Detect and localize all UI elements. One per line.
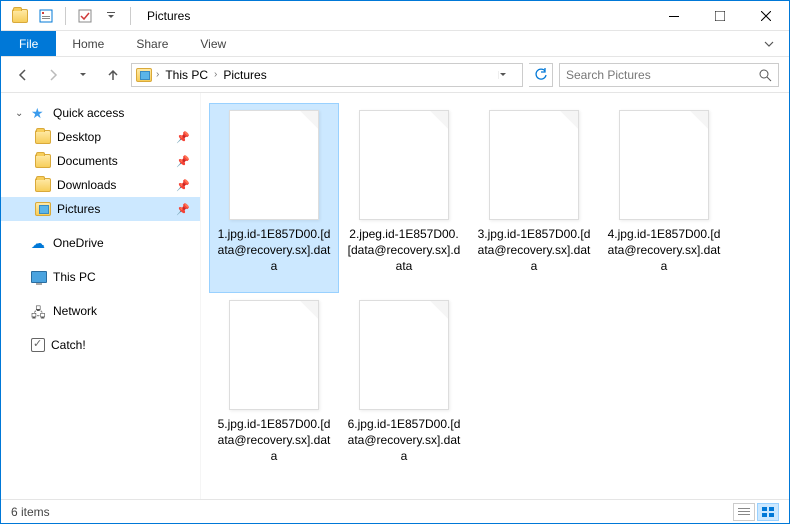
expand-icon[interactable]: ⌄ [15, 108, 25, 119]
sidebar-item-this-pc[interactable]: ›This PC [1, 265, 200, 289]
title-bar: Pictures [1, 1, 789, 31]
thumbnails-view-button[interactable] [757, 503, 779, 521]
checkbox-icon[interactable] [74, 5, 96, 27]
back-button[interactable] [11, 63, 35, 87]
file-name: 3.jpg.id-1E857D00.[data@recovery.sx].dat… [474, 226, 594, 275]
sidebar-item-downloads[interactable]: Downloads 📌 [1, 173, 200, 197]
file-item[interactable]: 2.jpeg.id-1E857D00.[data@recovery.sx].da… [339, 103, 469, 293]
sidebar-item-label: OneDrive [53, 236, 104, 250]
chevron-right-icon[interactable]: › [156, 69, 159, 80]
file-thumbnail [359, 300, 449, 410]
tab-view[interactable]: View [184, 31, 242, 56]
sidebar-item-network[interactable]: ›🖧Network [1, 299, 200, 323]
network-icon: 🖧 [31, 304, 47, 318]
pictures-icon [136, 68, 152, 82]
breadcrumb-pictures[interactable]: Pictures [221, 68, 268, 82]
sidebar-quick-access[interactable]: ⌄ ★ Quick access [1, 101, 200, 125]
sidebar-item-catch-[interactable]: ›Catch! [1, 333, 200, 357]
file-thumbnail [489, 110, 579, 220]
file-thumbnail [229, 110, 319, 220]
status-text: 6 items [11, 505, 50, 519]
maximize-button[interactable] [697, 1, 743, 31]
star-icon: ★ [31, 106, 47, 120]
file-name: 1.jpg.id-1E857D00.[data@recovery.sx].dat… [214, 226, 334, 275]
file-item[interactable]: 4.jpg.id-1E857D00.[data@recovery.sx].dat… [599, 103, 729, 293]
sidebar-item-onedrive[interactable]: ›☁OneDrive [1, 231, 200, 255]
pin-icon: 📌 [176, 179, 190, 192]
sidebar-item-label: Documents [57, 154, 118, 168]
catch-icon [31, 338, 45, 352]
pin-icon: 📌 [176, 203, 190, 216]
minimize-button[interactable] [651, 1, 697, 31]
folder-icon [35, 154, 51, 168]
file-thumbnail [619, 110, 709, 220]
address-bar[interactable]: › This PC › Pictures [131, 63, 523, 87]
search-icon[interactable] [758, 68, 772, 82]
file-item[interactable]: 3.jpg.id-1E857D00.[data@recovery.sx].dat… [469, 103, 599, 293]
refresh-button[interactable] [529, 63, 553, 87]
file-tab[interactable]: File [1, 31, 56, 56]
qat-dropdown-icon[interactable] [100, 5, 122, 27]
folder-icon [9, 5, 31, 27]
folder-icon [35, 202, 51, 216]
sidebar-item-label: This PC [53, 270, 96, 284]
navigation-bar: › This PC › Pictures Search Pictures [1, 57, 789, 93]
quick-access-toolbar: Pictures [1, 5, 190, 27]
folder-icon [35, 130, 51, 144]
file-thumbnail [229, 300, 319, 410]
file-thumbnail [359, 110, 449, 220]
window-title: Pictures [139, 9, 190, 23]
file-item[interactable]: 1.jpg.id-1E857D00.[data@recovery.sx].dat… [209, 103, 339, 293]
status-bar: 6 items [1, 499, 789, 523]
folder-icon [35, 178, 51, 192]
file-item[interactable]: 5.jpg.id-1E857D00.[data@recovery.sx].dat… [209, 293, 339, 483]
cloud-icon: ☁ [31, 236, 47, 250]
ribbon-tabs: File Home Share View [1, 31, 789, 57]
main-area: ⌄ ★ Quick access Desktop📌Documents📌Downl… [1, 93, 789, 501]
sidebar-item-label: Downloads [57, 178, 116, 192]
address-dropdown-icon[interactable] [498, 71, 518, 79]
file-name: 2.jpeg.id-1E857D00.[data@recovery.sx].da… [344, 226, 464, 275]
file-item[interactable]: 6.jpg.id-1E857D00.[data@recovery.sx].dat… [339, 293, 469, 483]
file-name: 5.jpg.id-1E857D00.[data@recovery.sx].dat… [214, 416, 334, 465]
close-button[interactable] [743, 1, 789, 31]
breadcrumb-this-pc[interactable]: This PC [163, 68, 210, 82]
window-controls [651, 1, 789, 31]
recent-dropdown-icon[interactable] [71, 63, 95, 87]
tab-home[interactable]: Home [56, 31, 120, 56]
sidebar-item-label: Network [53, 304, 97, 318]
ribbon-expand-icon[interactable] [749, 31, 789, 56]
pin-icon: 📌 [176, 155, 190, 168]
file-name: 6.jpg.id-1E857D00.[data@recovery.sx].dat… [344, 416, 464, 465]
sidebar-item-label: Quick access [53, 106, 124, 120]
file-name: 4.jpg.id-1E857D00.[data@recovery.sx].dat… [604, 226, 724, 275]
sidebar-item-pictures[interactable]: Pictures 📌 [1, 197, 200, 221]
search-placeholder: Search Pictures [566, 68, 651, 82]
sidebar-item-label: Pictures [57, 202, 100, 216]
monitor-icon [31, 271, 47, 283]
up-button[interactable] [101, 63, 125, 87]
navigation-pane: ⌄ ★ Quick access Desktop📌Documents📌Downl… [1, 93, 201, 501]
sidebar-item-label: Desktop [57, 130, 101, 144]
search-input[interactable]: Search Pictures [559, 63, 779, 87]
file-grid[interactable]: 1.jpg.id-1E857D00.[data@recovery.sx].dat… [201, 93, 789, 501]
chevron-right-icon[interactable]: › [214, 69, 217, 80]
details-view-button[interactable] [733, 503, 755, 521]
tab-share[interactable]: Share [120, 31, 184, 56]
sidebar-item-desktop[interactable]: Desktop 📌 [1, 125, 200, 149]
sidebar-item-documents[interactable]: Documents 📌 [1, 149, 200, 173]
sidebar-item-label: Catch! [51, 338, 86, 352]
pin-icon: 📌 [176, 131, 190, 144]
forward-button[interactable] [41, 63, 65, 87]
properties-icon[interactable] [35, 5, 57, 27]
